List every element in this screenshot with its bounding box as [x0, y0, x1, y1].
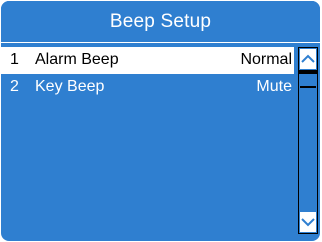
menu-item-number: 1: [10, 51, 19, 68]
page-title: Beep Setup: [109, 10, 212, 32]
device-screen: Beep Setup 1 Alarm Beep Normal 2 Key Bee…: [0, 0, 322, 242]
menu-item-label: Key Beep: [35, 78, 105, 95]
chevron-up-icon: [301, 54, 315, 63]
scroll-track[interactable]: [300, 89, 316, 211]
title-bar: Beep Setup: [1, 1, 320, 42]
menu-item-key-beep[interactable]: 2 Key Beep Mute: [1, 74, 294, 101]
menu-item-value: Mute: [256, 78, 292, 95]
menu-item-number: 2: [10, 78, 19, 95]
menu-panel: Beep Setup 1 Alarm Beep Normal 2 Key Bee…: [1, 1, 320, 241]
menu-list: 1 Alarm Beep Normal 2 Key Beep Mute: [1, 47, 294, 101]
chevron-down-icon: [301, 218, 315, 227]
scroll-down-button[interactable]: [300, 212, 316, 232]
scroll-up-button[interactable]: [300, 49, 316, 69]
title-divider: [1, 42, 320, 43]
menu-item-alarm-beep[interactable]: 1 Alarm Beep Normal: [1, 47, 294, 74]
menu-item-value: Normal: [240, 51, 292, 68]
menu-item-label: Alarm Beep: [35, 51, 119, 68]
scrollbar[interactable]: [298, 47, 318, 234]
scroll-thumb[interactable]: [300, 74, 316, 88]
